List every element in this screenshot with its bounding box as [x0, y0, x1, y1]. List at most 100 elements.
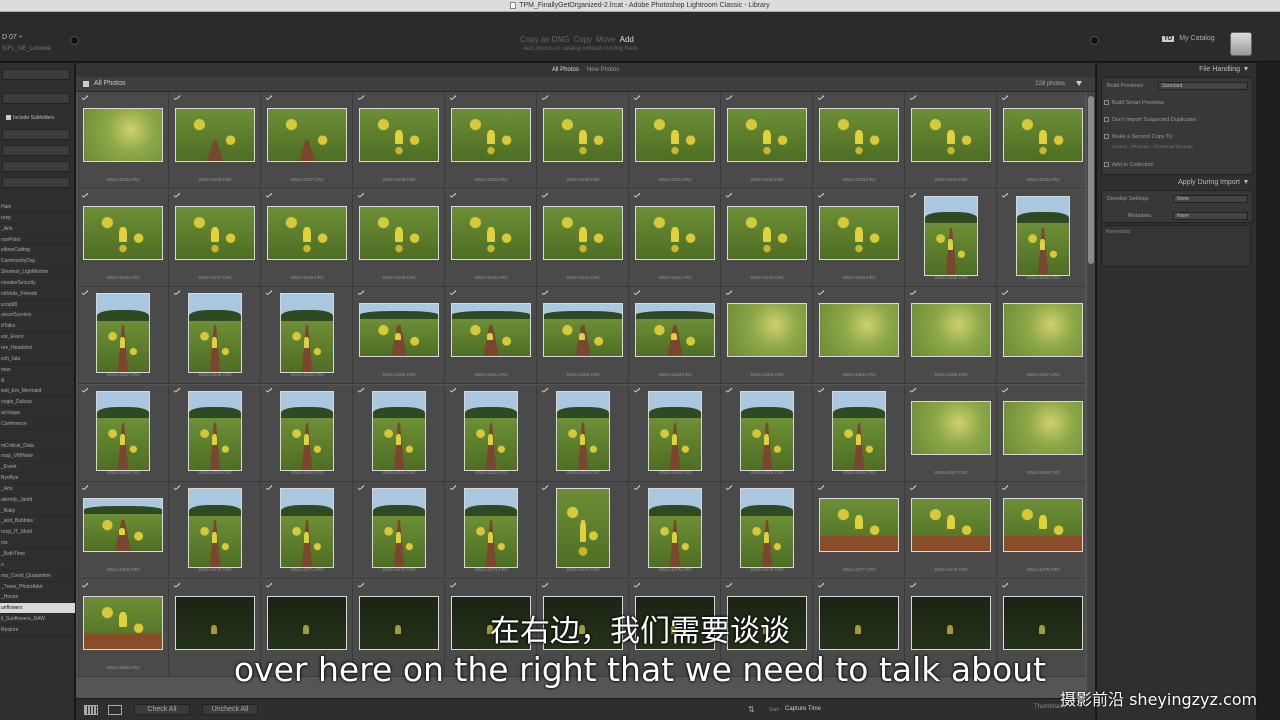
photo-cell[interactable]: GI91A1275.CR2 — [629, 482, 721, 579]
photo-thumbnail[interactable] — [727, 303, 807, 357]
photo-thumbnail[interactable] — [359, 108, 439, 162]
checkmark-icon[interactable] — [1002, 95, 1008, 100]
photo-cell[interactable]: GI91A1271.CR2 — [261, 482, 353, 579]
folder-item[interactable]: ree_Headshot — [0, 343, 75, 354]
photo-thumbnail[interactable] — [280, 293, 334, 373]
checkmark-icon[interactable] — [82, 387, 88, 393]
checkmark-icon[interactable] — [634, 387, 640, 393]
checkmark-icon[interactable] — [266, 290, 272, 295]
photo-thumbnail[interactable] — [635, 108, 715, 162]
photo-cell[interactable]: GI91A1242.CR2 — [629, 189, 721, 287]
checkmark-icon[interactable] — [634, 485, 640, 490]
folder-item[interactable] — [0, 430, 75, 441]
photo-cell[interactable]: GI91A1270.CR2 — [169, 482, 261, 579]
folder-item[interactable]: _Arts — [0, 224, 75, 235]
checkmark-icon[interactable] — [174, 95, 180, 100]
photo-thumbnail[interactable] — [1003, 108, 1083, 162]
checkmark-icon[interactable] — [818, 485, 824, 490]
checkmark-icon[interactable] — [1002, 387, 1008, 393]
photo-thumbnail[interactable] — [372, 390, 426, 471]
photo-thumbnail[interactable] — [96, 293, 150, 373]
checkmark-icon[interactable] — [542, 192, 548, 198]
photo-cell[interactable]: GI91A1269.CR2 — [77, 482, 169, 579]
photo-cell[interactable]: GI91A1251.CR2 — [445, 287, 537, 384]
checkmark-icon[interactable] — [726, 290, 732, 295]
photo-thumbnail[interactable] — [451, 303, 531, 357]
checkmark-icon[interactable] — [450, 192, 456, 198]
photo-cell[interactable]: GI91A1258.CR2 — [77, 384, 169, 482]
photo-thumbnail[interactable] — [175, 108, 255, 162]
photo-thumbnail[interactable] — [451, 108, 531, 162]
photo-thumbnail[interactable] — [1003, 400, 1083, 455]
photo-cell[interactable]: GI91A1246.CR2 — [997, 189, 1085, 287]
loupe-view-icon[interactable] — [108, 705, 122, 715]
check-all-checkbox[interactable] — [83, 81, 89, 87]
photo-cell[interactable]: GI91A1273.CR2 — [445, 482, 537, 579]
folder-item[interactable]: CommunityDay — [0, 256, 75, 268]
photo-thumbnail[interactable] — [911, 400, 991, 455]
checkmark-icon[interactable] — [634, 95, 640, 100]
photo-cell[interactable]: GI91A1228.CR2 — [353, 92, 445, 189]
uncheck-all-button[interactable]: Uncheck All — [202, 704, 258, 715]
photo-cell[interactable]: GI91A1262.CR2 — [445, 384, 537, 482]
photo-cell[interactable]: GI91A1243.CR2 — [721, 189, 813, 287]
folder-item[interactable]: aternity_Jantit — [0, 495, 75, 506]
source-section-box[interactable] — [2, 129, 70, 140]
photo-cell[interactable]: GI91A1252.CR2 — [537, 287, 629, 384]
checkbox-icon[interactable] — [1104, 134, 1109, 140]
checkmark-icon[interactable] — [634, 582, 640, 588]
checkmark-icon[interactable] — [358, 95, 364, 100]
photo-cell[interactable]: GI91A1266.CR2 — [813, 384, 905, 482]
photo-thumbnail[interactable] — [635, 205, 715, 260]
folder-item[interactable]: Shortest_LightMotion — [0, 267, 75, 278]
photo-cell[interactable]: GI91A1248.CR2 — [169, 287, 261, 384]
checkmark-icon[interactable] — [542, 95, 548, 100]
photo-cell[interactable]: GI91A1274.CR2 — [537, 482, 629, 579]
folder-item[interactable]: Hain — [0, 202, 75, 213]
photo-cell[interactable]: GI91A1235.CR2 — [997, 92, 1085, 189]
photo-thumbnail[interactable] — [911, 498, 991, 552]
develop-settings-select[interactable]: None — [1173, 195, 1248, 203]
checkbox-icon[interactable] — [1104, 117, 1109, 123]
checkmark-icon[interactable] — [266, 95, 272, 100]
mode-move[interactable]: Move — [596, 35, 616, 44]
checkmark-icon[interactable] — [818, 192, 824, 198]
folder-item[interactable]: ncePoint — [0, 235, 75, 246]
mode-copy[interactable]: Copy — [573, 35, 592, 44]
photo-cell[interactable]: GI91A1236.CR2 — [77, 189, 169, 287]
photo-thumbnail[interactable] — [188, 390, 242, 471]
folder-item[interactable]: roop_IT_Mold — [0, 527, 75, 539]
checkmark-icon[interactable] — [818, 387, 824, 393]
photo-cell[interactable]: GI91A1227.CR2 — [261, 92, 353, 189]
file-handling-header[interactable]: File Handling — [1199, 66, 1248, 73]
filter-all-photos[interactable]: All Photos — [552, 67, 579, 73]
photo-thumbnail[interactable] — [1003, 498, 1083, 552]
photo-cell[interactable]: GI91A1230.CR2 — [537, 92, 629, 189]
checkbox-icon[interactable] — [1104, 162, 1109, 168]
checkmark-icon[interactable] — [266, 192, 272, 198]
folder-item[interactable]: _House — [0, 592, 75, 604]
checkmark-icon[interactable] — [1002, 485, 1008, 490]
build-smart-previews-row[interactable]: Build Smart Previews — [1101, 96, 1251, 110]
checkmark-icon[interactable] — [82, 582, 88, 588]
folder-item[interactable]: novatorSecurity — [0, 278, 75, 289]
destination-catalog[interactable]: TO My Catalog — [1162, 35, 1215, 42]
build-previews-select[interactable]: Standard — [1158, 82, 1248, 90]
photo-thumbnail[interactable] — [543, 205, 623, 260]
photo-cell[interactable]: GI91A1263.CR2 — [537, 384, 629, 482]
photo-thumbnail[interactable] — [464, 488, 518, 568]
folder-item[interactable]: _BathTime — [0, 549, 75, 560]
folder-item[interactable]: Conference — [0, 419, 75, 430]
checkmark-icon[interactable] — [266, 582, 272, 588]
grid-view-icon[interactable] — [84, 705, 98, 715]
photo-thumbnail[interactable] — [911, 108, 991, 162]
photo-thumbnail[interactable] — [740, 488, 794, 568]
checkmark-icon[interactable] — [82, 192, 88, 198]
checkmark-icon[interactable] — [174, 582, 180, 588]
photo-cell[interactable]: GI91A1276.CR2 — [721, 482, 813, 579]
metadata-select[interactable]: None — [1173, 212, 1248, 220]
photo-thumbnail[interactable] — [819, 108, 899, 162]
photo-thumbnail[interactable] — [372, 488, 426, 568]
photo-cell[interactable]: GI91A1257.CR2 — [997, 287, 1085, 384]
photo-thumbnail[interactable] — [359, 205, 439, 260]
